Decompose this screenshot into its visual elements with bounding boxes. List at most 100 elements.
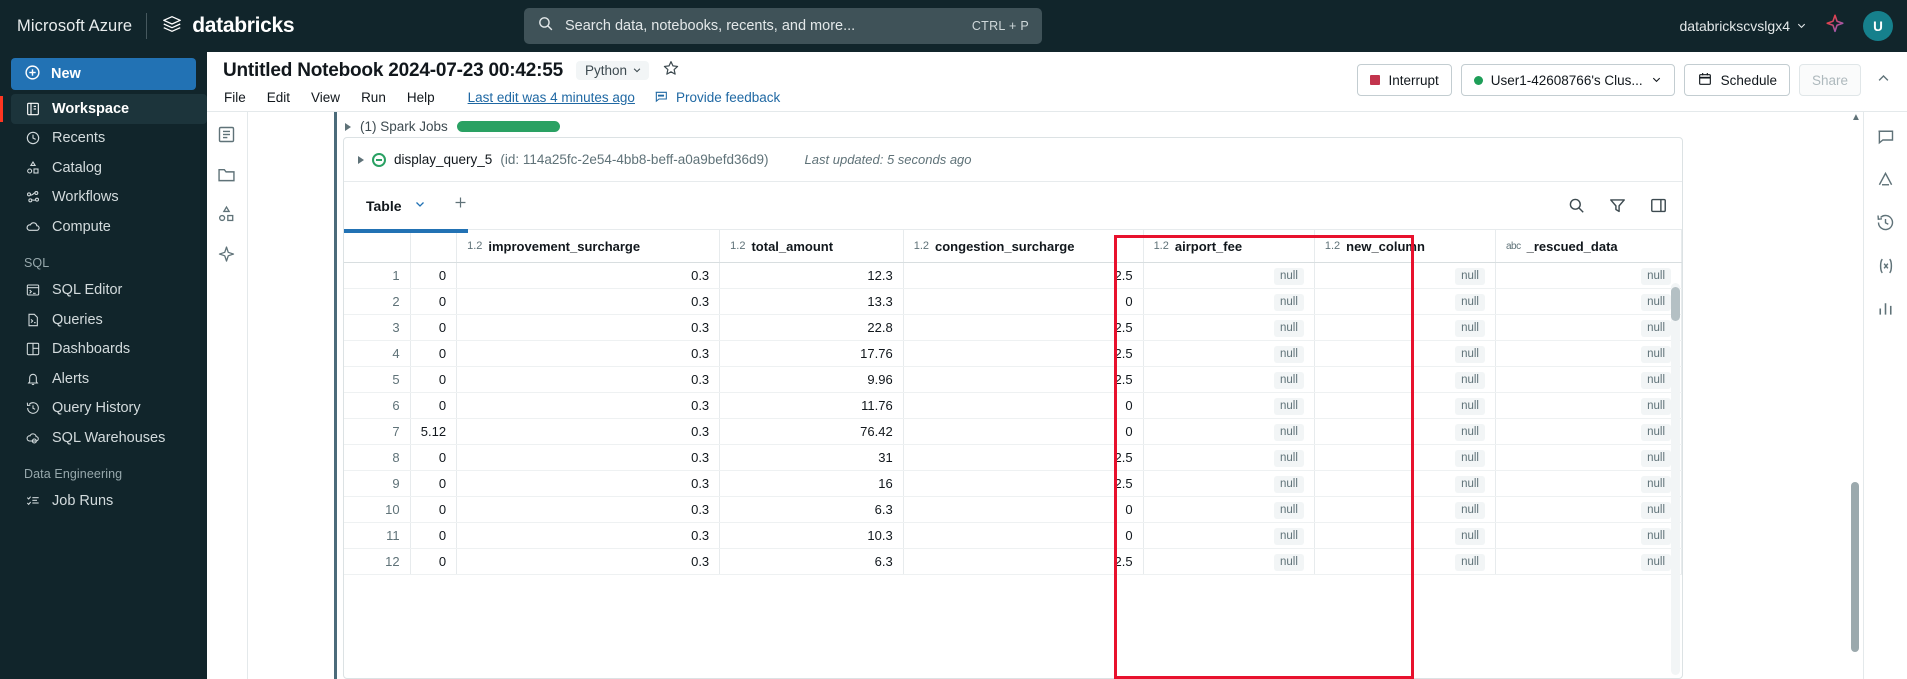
filter-icon[interactable] — [1608, 196, 1627, 215]
databricks-logo-icon — [161, 13, 183, 40]
table-row[interactable]: 6 0 0.3 11.76 0 null null null — [344, 392, 1682, 419]
share-button[interactable]: Share — [1798, 64, 1861, 96]
sidebar-item-sql-warehouses[interactable]: SQL Warehouses — [11, 423, 207, 453]
sparkle-icon[interactable] — [216, 244, 238, 266]
last-edit-link[interactable]: Last edit was 4 minutes ago — [468, 90, 635, 105]
query-running-icon — [372, 152, 386, 167]
search-icon[interactable] — [1567, 196, 1586, 215]
col-header-improvement-surcharge[interactable]: 1.2 improvement_surcharge — [456, 229, 721, 263]
notebook-language-selector[interactable]: Python — [576, 61, 650, 80]
triangle-right-icon[interactable] — [358, 155, 364, 164]
sidebar-item-job-runs[interactable]: Job Runs — [11, 487, 207, 517]
menu-view[interactable]: View — [311, 88, 351, 107]
account-selector[interactable]: databrickscvslgx4 — [1680, 18, 1808, 34]
cell-improvement-surcharge: 0.3 — [456, 548, 721, 575]
avatar[interactable]: U — [1863, 11, 1893, 41]
new-button[interactable]: New — [11, 58, 196, 90]
search-input[interactable]: Search data, notebooks, recents, and mor… — [524, 8, 1042, 44]
page-title[interactable]: Untitled Notebook 2024-07-23 00:42:55 — [223, 60, 563, 82]
sparkle-assistant-icon[interactable] — [1824, 13, 1846, 40]
col-header-rescued-data[interactable]: abc _rescued_data — [1495, 229, 1682, 263]
triangle-right-icon[interactable] — [345, 122, 351, 131]
sidebar-item-compute[interactable]: Compute — [11, 212, 207, 242]
scroll-up-caret-icon[interactable]: ▲ — [1851, 112, 1861, 123]
star-icon[interactable] — [662, 59, 680, 82]
menu-help[interactable]: Help — [407, 88, 446, 107]
side-panel-icon[interactable] — [1649, 196, 1668, 215]
cell-index: 8 — [344, 444, 411, 471]
result-data-grid[interactable]: 1.2 improvement_surcharge 1.2 total_amount… — [344, 229, 1682, 575]
notebook-canvas: (1) Spark Jobs display_query_5 (id: 114a… — [248, 112, 1863, 679]
variable-explorer-icon[interactable] — [1875, 255, 1897, 277]
table-row[interactable]: 1 0 0.3 12.3 2.5 null null null — [344, 262, 1682, 289]
provide-feedback-link[interactable]: Provide feedback — [653, 88, 780, 107]
revision-history-icon[interactable] — [1875, 212, 1897, 234]
table-row[interactable]: 7 5.12 0.3 76.42 0 null null null — [344, 418, 1682, 445]
table-row[interactable]: 5 0 0.3 9.96 2.5 null null null — [344, 366, 1682, 393]
interrupt-button[interactable]: Interrupt — [1357, 64, 1452, 96]
sidebar-item-recents[interactable]: Recents — [11, 124, 207, 154]
chevron-up-icon[interactable] — [1870, 71, 1897, 90]
cell-new-column: null — [1314, 470, 1496, 497]
spark-jobs-row[interactable]: (1) Spark Jobs — [345, 119, 560, 134]
menu-file[interactable]: File — [224, 88, 257, 107]
sidebar-item-dashboards[interactable]: Dashboards — [11, 335, 207, 365]
plus-icon[interactable] — [452, 194, 469, 217]
sidebar-item-catalog[interactable]: Catalog — [11, 153, 207, 183]
null-chip: null — [1641, 345, 1671, 363]
table-row[interactable]: 2 0 0.3 13.3 0 null null null — [344, 288, 1682, 315]
cell-congestion-surcharge: 0 — [903, 418, 1144, 445]
col-header-partial[interactable] — [410, 229, 458, 263]
sidebar-item-workflows[interactable]: Workflows — [11, 183, 207, 213]
global-search[interactable]: Search data, notebooks, recents, and mor… — [524, 8, 1042, 44]
cell-new-column: null — [1314, 314, 1496, 341]
sidebar-item-sql-editor[interactable]: SQL Editor — [11, 276, 207, 306]
cell-improvement-surcharge: 0.3 — [456, 314, 721, 341]
table-row[interactable]: 10 0 0.3 6.3 0 null null null — [344, 496, 1682, 523]
col-header-new-column[interactable]: 1.2 new_column — [1314, 229, 1496, 263]
page-vertical-scrollbar[interactable]: ▲ — [1851, 112, 1861, 679]
cell-partial: 0 — [410, 548, 458, 575]
sidebar-item-query-history[interactable]: Query History — [11, 394, 207, 424]
sidebar-item-queries[interactable]: Queries — [11, 305, 207, 335]
tab-table[interactable]: Table — [366, 198, 402, 214]
col-header-total-amount[interactable]: 1.2 total_amount — [719, 229, 904, 263]
sidebar-section-data-engineering: Data Engineering — [24, 466, 123, 481]
table-row[interactable]: 11 0 0.3 10.3 0 null null null — [344, 522, 1682, 549]
folder-icon[interactable] — [216, 164, 238, 186]
table-row[interactable]: 8 0 0.3 31 2.5 null null null — [344, 444, 1682, 471]
scrollbar-thumb[interactable] — [1671, 287, 1680, 321]
databricks-home-link[interactable]: databricks — [161, 13, 295, 40]
query-header-row[interactable]: display_query_5 (id: 114a25fc-2e54-4bb8-… — [344, 138, 1682, 181]
table-row[interactable]: 3 0 0.3 22.8 2.5 null null null — [344, 314, 1682, 341]
chevron-down-icon[interactable] — [414, 198, 426, 213]
null-chip: null — [1455, 293, 1485, 311]
cell-index: 1 — [344, 262, 411, 289]
table-row[interactable]: 9 0 0.3 16 2.5 null null null — [344, 470, 1682, 497]
col-label: airport_fee — [1174, 238, 1243, 254]
comment-icon[interactable] — [1875, 126, 1897, 148]
notebook-outline-icon[interactable] — [216, 124, 238, 146]
table-row[interactable]: 4 0 0.3 17.76 2.5 null null null — [344, 340, 1682, 367]
cell-airport-fee: null — [1143, 392, 1315, 419]
cluster-selector-button[interactable]: User1-42608766's Clus... — [1460, 64, 1675, 96]
col-header-congestion-surcharge[interactable]: 1.2 congestion_surcharge — [903, 229, 1144, 263]
col-header-index[interactable] — [344, 229, 411, 263]
cell-new-column: null — [1314, 262, 1496, 289]
brand-divider — [146, 13, 148, 39]
page-scrollbar-thumb[interactable] — [1851, 482, 1859, 652]
bell-icon — [24, 370, 41, 387]
mlflow-icon[interactable] — [1875, 169, 1897, 191]
catalog-browser-icon[interactable] — [216, 204, 238, 226]
menu-edit[interactable]: Edit — [267, 88, 301, 107]
col-header-airport-fee[interactable]: 1.2 airport_fee — [1143, 229, 1315, 263]
null-chip: null — [1455, 449, 1485, 467]
sidebar-item-alerts[interactable]: Alerts — [11, 364, 207, 394]
dashboard-panel-icon[interactable] — [1875, 298, 1897, 320]
sidebar-item-workspace[interactable]: Workspace — [0, 94, 207, 124]
grid-vertical-scrollbar[interactable] — [1671, 283, 1680, 675]
col-label: congestion_surcharge — [935, 238, 1075, 254]
table-row[interactable]: 12 0 0.3 6.3 2.5 null null null — [344, 548, 1682, 575]
schedule-button[interactable]: Schedule — [1683, 64, 1790, 96]
menu-run[interactable]: Run — [361, 88, 397, 107]
